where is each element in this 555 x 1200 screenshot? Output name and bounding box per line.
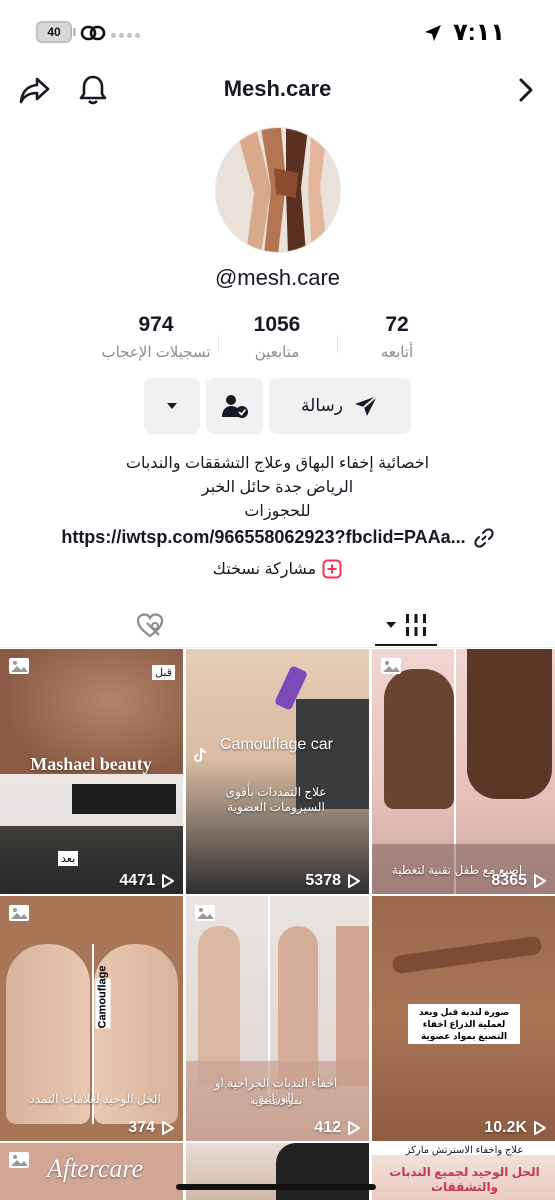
video-tile[interactable]: Camouflage الحل الوحيد لعلامات التمدد 37… <box>0 896 183 1141</box>
bio-line: اخصائية إخفاء البهاق وعلاج التشققات والن… <box>125 455 430 472</box>
bio: اخصائية إخفاء البهاق وعلاج التشققات والن… <box>0 452 555 524</box>
video-tile[interactable]: اخفاء الندبات الجراحية او الوراثية بمواد… <box>186 896 369 1141</box>
link-chain-icon <box>474 527 494 548</box>
share-copy-row[interactable]: مشاركة نسختك <box>0 559 555 579</box>
forward-button[interactable] <box>508 72 544 108</box>
tile-overlay-text: Aftercare <box>46 1154 144 1183</box>
tile-caption: الحل الوحيد لعلامات التمدد <box>29 1092 161 1106</box>
view-count-text: 5378 <box>305 872 341 889</box>
view-count: 374 <box>128 1119 175 1137</box>
view-count: 412 <box>314 1119 361 1137</box>
video-tile[interactable] <box>186 1143 369 1200</box>
tab-videos[interactable] <box>378 608 436 642</box>
video-tile[interactable]: Aftercare <box>0 1143 183 1200</box>
battery-icon: 40 <box>36 21 72 43</box>
image-icon <box>195 905 215 921</box>
tile-overlay-text: Camouflage car <box>220 736 333 753</box>
profile-tabs <box>0 600 555 648</box>
avatar-image <box>216 128 340 252</box>
play-icon <box>348 1121 360 1135</box>
tab-liked[interactable] <box>126 608 174 642</box>
following-stat[interactable]: 72 أتابعه <box>327 313 467 361</box>
following-label: أتابعه <box>380 344 414 361</box>
profile-stats: 974 تسجيلات الإعجاب 1056 متابعين 72 أتاب… <box>0 313 555 367</box>
likes-label: تسجيلات الإعجاب <box>101 344 211 361</box>
video-tile[interactable]: Camouflage car علاج التمددات بأقوى السير… <box>186 649 369 894</box>
tile-overlay-text: Camouflage <box>95 965 111 1029</box>
following-count: 72 <box>385 313 409 336</box>
view-count-text: 412 <box>314 1119 341 1136</box>
battery-level: 40 <box>47 25 61 39</box>
view-count-text: 8365 <box>491 872 527 889</box>
status-time: ٧:١١ <box>453 19 505 46</box>
user-check-icon <box>221 395 248 418</box>
view-count: 4471 <box>119 872 175 890</box>
tile-caption: علاج التمددات بأقوى السيرومات العضوية <box>225 785 327 814</box>
caret-down-icon <box>167 403 177 409</box>
play-icon <box>162 1121 174 1135</box>
grid-icon <box>406 614 426 636</box>
caret-down-icon <box>386 622 396 628</box>
image-icon <box>9 1152 29 1168</box>
message-button[interactable]: رسالة <box>269 378 411 434</box>
page-title: Mesh.care <box>223 76 332 101</box>
likes-count: 974 <box>138 313 174 336</box>
view-count-text: 374 <box>128 1119 155 1136</box>
bio-line: للحجوزات <box>244 503 311 520</box>
view-count: 5378 <box>305 872 361 890</box>
followers-stat[interactable]: 1056 متابعين <box>207 313 347 361</box>
location-arrow-icon <box>425 24 442 41</box>
play-icon <box>162 874 174 888</box>
video-tile[interactable]: Mashael beauty قبل بعد 4471 <box>0 649 183 894</box>
status-right: ٧:١١ <box>423 18 505 47</box>
battery-nub <box>73 28 76 36</box>
tile-subcaption: الحل الوحيد لجميع الندبات والتشققات <box>389 1165 540 1194</box>
tile-subcaption: بمواد عضوية <box>250 1096 302 1107</box>
home-indicator <box>176 1184 376 1190</box>
status-bar: 40 ٧:١١ <box>0 0 555 60</box>
add-box-icon <box>322 559 342 579</box>
signal-dots <box>111 33 140 38</box>
tile-caption: صورة لندبة قبل وبعد لعملية الذراع اخفاء … <box>418 1007 510 1041</box>
tile-caption: قبل <box>152 665 175 680</box>
suggestions-dropdown-button[interactable] <box>144 378 200 434</box>
image-icon <box>381 658 401 674</box>
view-count: 8365 <box>491 872 547 890</box>
play-icon <box>534 1121 546 1135</box>
tile-caption: علاج واخفاء الاسترتش ماركز <box>405 1145 524 1156</box>
play-icon <box>534 874 546 888</box>
following-status-button[interactable] <box>206 378 263 434</box>
link-icon <box>80 25 106 41</box>
share-copy-text: مشاركة نسختك <box>212 561 317 578</box>
view-count-text: 10.2K <box>484 1119 527 1136</box>
play-icon <box>348 874 360 888</box>
active-tab-indicator <box>375 644 437 646</box>
view-count-text: 4471 <box>119 872 155 889</box>
image-icon <box>9 658 29 674</box>
top-nav: Mesh.care <box>0 62 555 118</box>
image-icon <box>9 905 29 921</box>
tile-overlay-text: Mashael beauty <box>30 754 152 774</box>
video-tile[interactable]: علاج واخفاء الاسترتش ماركز الحل الوحيد ل… <box>372 1143 555 1200</box>
likes-stat[interactable]: 974 تسجيلات الإعجاب <box>86 313 226 361</box>
send-icon <box>354 395 378 416</box>
heart-hidden-icon <box>136 613 164 638</box>
message-label: رسالة <box>301 396 343 415</box>
bio-line: الرياض جدة حائل الخبر <box>201 479 354 496</box>
video-tile[interactable]: اصبع مع طفل تقنية لتغطية 8365 <box>372 649 555 894</box>
video-tile[interactable]: صورة لندبة قبل وبعد لعملية الذراع اخفاء … <box>372 896 555 1141</box>
profile-actions: رسالة <box>0 378 555 434</box>
view-count: 10.2K <box>484 1119 547 1137</box>
bio-link[interactable]: https://iwtsp.com/966558062923?fbclid=PA… <box>0 527 555 548</box>
followers-label: متابعين <box>254 344 300 361</box>
tiktok-icon <box>194 747 207 762</box>
avatar[interactable] <box>215 127 341 253</box>
chevron-right-icon <box>519 78 533 102</box>
bio-link-text: https://iwtsp.com/966558062923?fbclid=PA… <box>61 527 466 547</box>
tile-label: بعد <box>58 851 79 866</box>
followers-count: 1056 <box>253 313 301 336</box>
username: @mesh.care <box>214 265 341 290</box>
